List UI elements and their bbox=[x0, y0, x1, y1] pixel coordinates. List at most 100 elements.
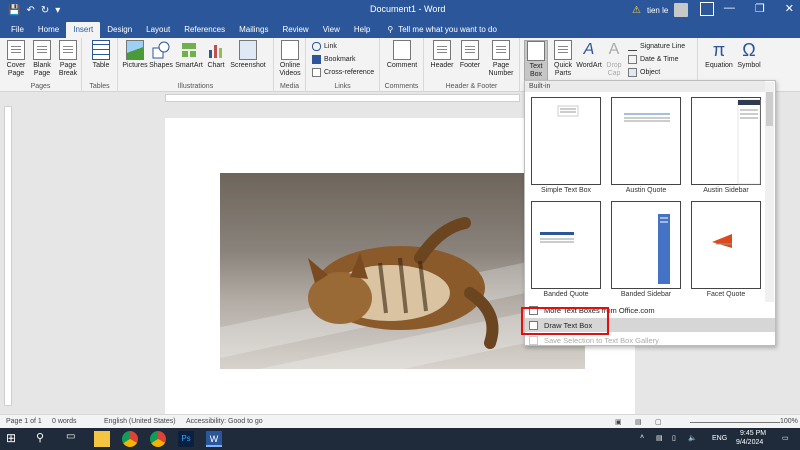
input-language[interactable]: ENG bbox=[712, 435, 727, 442]
customize-icon[interactable]: ▾ bbox=[55, 5, 60, 16]
undo-icon[interactable]: ↶ bbox=[26, 5, 34, 16]
vertical-ruler[interactable] bbox=[4, 106, 12, 406]
highlight-box bbox=[521, 307, 609, 335]
wordart-button[interactable]: A WordArt bbox=[576, 40, 602, 70]
windows-start-icon[interactable]: ⊞ bbox=[6, 431, 22, 447]
clock-date[interactable]: 9/4/2024 bbox=[736, 439, 763, 446]
cross-reference-icon bbox=[312, 68, 321, 77]
windows-taskbar: ⊞ ⚲ ▭ Ps W ˄ ▤ ▯ 🔈 ENG 9:45 PM 9/4/2024 … bbox=[0, 428, 800, 450]
chrome-profile-icon[interactable] bbox=[150, 431, 166, 447]
tab-mailings[interactable]: Mailings bbox=[232, 22, 275, 38]
word-taskbar-icon[interactable]: W bbox=[206, 431, 222, 447]
minimize-icon[interactable]: — bbox=[724, 2, 735, 15]
pictures-button[interactable]: Pictures bbox=[122, 40, 148, 70]
austin-sidebar-thumb[interactable] bbox=[691, 97, 761, 185]
tab-references[interactable]: References bbox=[177, 22, 232, 38]
online-videos-button[interactable]: Online Videos bbox=[276, 40, 304, 78]
comment-button[interactable]: Comment bbox=[384, 40, 420, 70]
bookmark-button[interactable]: Bookmark bbox=[312, 55, 356, 64]
volume-icon[interactable]: 🔈 bbox=[688, 434, 697, 442]
restore-icon[interactable]: ❐ bbox=[755, 2, 765, 15]
tray-chevron-icon[interactable]: ˄ bbox=[640, 434, 644, 441]
austin-sidebar-label: Austin Sidebar bbox=[703, 187, 749, 194]
blank-page-icon bbox=[33, 40, 51, 60]
tell-me-search[interactable]: ⚲ Tell me what you want to do bbox=[387, 22, 497, 38]
smartart-button[interactable]: SmartArt bbox=[174, 40, 204, 70]
search-icon[interactable]: ⚲ bbox=[36, 431, 52, 447]
read-mode-icon[interactable]: ▤ bbox=[635, 418, 642, 426]
save-icon[interactable]: 💾 bbox=[8, 5, 20, 16]
photoshop-icon[interactable]: Ps bbox=[178, 431, 194, 447]
network-icon[interactable]: ▤ bbox=[656, 434, 663, 442]
cover-page-button[interactable]: Cover Page bbox=[4, 40, 28, 78]
austin-quote-label: Austin Quote bbox=[625, 187, 667, 194]
facet-quote-thumb[interactable] bbox=[691, 201, 761, 289]
tab-layout[interactable]: Layout bbox=[139, 22, 177, 38]
smartart-icon bbox=[180, 40, 198, 60]
equation-button[interactable]: π Equation bbox=[704, 40, 734, 70]
gallery-scroll-thumb[interactable] bbox=[766, 92, 773, 126]
ribbon-tabs: File Home Insert Design Layout Reference… bbox=[0, 20, 800, 38]
symbol-button[interactable]: Ω Symbol bbox=[734, 40, 764, 70]
cross-reference-button[interactable]: Cross-reference bbox=[312, 68, 374, 77]
chrome-icon[interactable] bbox=[122, 431, 138, 447]
notification-icon[interactable]: ▭ bbox=[782, 434, 789, 442]
task-view-icon[interactable]: ▭ bbox=[66, 431, 82, 447]
austin-quote-thumb[interactable] bbox=[611, 97, 681, 185]
quick-parts-icon bbox=[554, 40, 572, 60]
simple-text-box-label: Simple Text Box bbox=[540, 187, 592, 194]
table-button[interactable]: Table bbox=[90, 40, 112, 70]
tab-file[interactable]: File bbox=[4, 22, 31, 38]
page-break-button[interactable]: Page Break bbox=[56, 40, 80, 78]
redo-icon[interactable]: ↻ bbox=[41, 5, 49, 16]
status-bar: Page 1 of 1 0 words English (United Stat… bbox=[0, 414, 800, 428]
tab-help[interactable]: Help bbox=[347, 22, 377, 38]
battery-icon[interactable]: ▯ bbox=[672, 434, 676, 442]
tab-review[interactable]: Review bbox=[275, 22, 315, 38]
save-gallery-icon bbox=[529, 335, 538, 345]
zoom-slider[interactable] bbox=[690, 422, 780, 423]
page-count[interactable]: Page 1 of 1 bbox=[6, 418, 42, 425]
close-icon[interactable]: ✕ bbox=[785, 2, 794, 15]
date-time-button[interactable]: Date & Time bbox=[628, 55, 679, 64]
screenshot-icon bbox=[239, 40, 257, 60]
tab-home[interactable]: Home bbox=[31, 22, 66, 38]
tell-me-label: Tell me what you want to do bbox=[398, 25, 497, 34]
tab-view[interactable]: View bbox=[316, 22, 347, 38]
drop-cap-button[interactable]: A Drop Cap bbox=[602, 40, 626, 78]
clock-time[interactable]: 9:45 PM bbox=[740, 430, 766, 437]
footer-button[interactable]: Footer bbox=[456, 40, 484, 70]
banded-quote-thumb[interactable] bbox=[531, 201, 601, 289]
user-account[interactable]: ⚠ tien le bbox=[632, 3, 689, 17]
screenshot-button[interactable]: Screenshot bbox=[228, 40, 268, 70]
tab-design[interactable]: Design bbox=[100, 22, 139, 38]
shapes-button[interactable]: Shapes bbox=[148, 40, 174, 70]
avatar[interactable] bbox=[674, 3, 689, 17]
page-number-button[interactable]: Page Number bbox=[484, 40, 518, 78]
link-button[interactable]: Link bbox=[312, 42, 337, 51]
file-explorer-icon[interactable] bbox=[94, 431, 110, 447]
online-video-icon bbox=[281, 40, 299, 60]
language-status[interactable]: English (United States) bbox=[104, 418, 176, 425]
pi-icon: π bbox=[712, 40, 726, 60]
focus-icon[interactable]: ▣ bbox=[615, 418, 622, 426]
blank-page-button[interactable]: Blank Page bbox=[30, 40, 54, 78]
gallery-scrollbar[interactable] bbox=[765, 82, 774, 302]
tab-insert[interactable]: Insert bbox=[66, 22, 101, 38]
web-layout-icon[interactable]: ▢ bbox=[655, 418, 662, 426]
quick-parts-button[interactable]: Quick Parts bbox=[550, 40, 576, 78]
bookmark-icon bbox=[312, 55, 321, 64]
zoom-level[interactable]: 100% bbox=[780, 418, 798, 425]
chart-button[interactable]: Chart bbox=[204, 40, 228, 70]
accessibility-status[interactable]: Accessibility: Good to go bbox=[186, 418, 263, 425]
simple-text-box-thumb[interactable] bbox=[531, 97, 601, 185]
banded-sidebar-thumb[interactable] bbox=[611, 201, 681, 289]
ribbon-display-options-icon[interactable] bbox=[700, 2, 714, 16]
header-button[interactable]: Header bbox=[428, 40, 456, 70]
word-count[interactable]: 0 words bbox=[52, 418, 77, 425]
object-button[interactable]: Object bbox=[628, 68, 660, 77]
save-selection-item[interactable]: Save Selection to Text Box Gallery bbox=[525, 333, 775, 347]
text-box-button[interactable]: Text Box bbox=[524, 40, 548, 82]
pictures-icon bbox=[126, 40, 144, 60]
signature-line-button[interactable]: Signature Line bbox=[628, 42, 685, 51]
